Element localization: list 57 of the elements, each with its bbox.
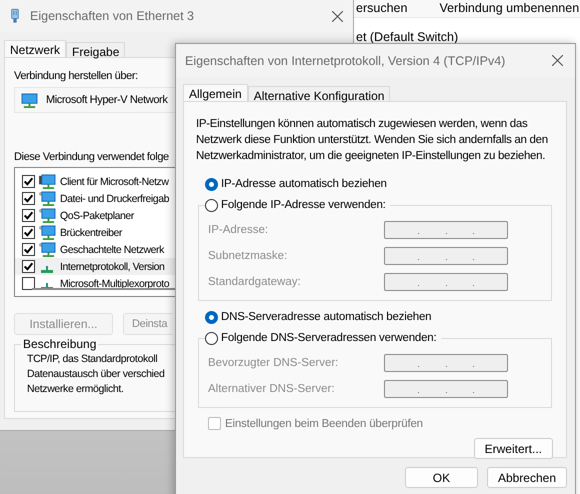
component-name[interactable]: Brückentreiber — [60, 226, 122, 238]
window-title: Eigenschaften von Ethernet 3 — [30, 9, 196, 23]
tab[interactable]: Alternative Konfiguration — [248, 86, 390, 101]
component-name[interactable]: Datei- und Druckerfreigab — [60, 192, 169, 204]
component-name[interactable]: Client für Microsoft-Netzw — [60, 176, 168, 188]
intro-text: IP-Einstellungen können automatisch zugewiesen werden, wenn das Netzwerk diese Funktion unterstützt. Wenden Sie sich andernfalls an den Netzwerkadministrator, um die geeigneten IP-Einstellungen zu beziehen. — [196, 117, 549, 164]
advanced-button[interactable]: Erweitert... — [474, 438, 553, 459]
network-adapter-icon — [21, 92, 38, 108]
checkbox[interactable] — [22, 277, 35, 290]
toolbar-item[interactable]: ersuchen — [356, 1, 408, 15]
window-title: Eigenschaften von Internetprotokoll, Version 4 (TCP/IPv4) — [185, 54, 506, 68]
close-icon[interactable] — [332, 10, 343, 22]
tab[interactable]: Freigabe — [66, 42, 126, 57]
checkbox[interactable] — [22, 175, 35, 188]
radio-label[interactable]: IP-Adresse automatisch beziehen — [221, 178, 387, 190]
description-text: Datenaustausch über verschied — [27, 367, 165, 382]
radio-label[interactable]: DNS-Serveradresse automatisch beziehen — [221, 311, 432, 323]
component-name[interactable]: Geschachtelte Netzwerk — [60, 244, 164, 256]
description-text: TCP/IP, das Standardprotokoll — [27, 352, 158, 367]
network-protocol-icon — [41, 266, 53, 273]
radio-button[interactable] — [205, 198, 218, 212]
radio-button[interactable] — [205, 332, 218, 344]
group-title: Beschreibung — [21, 337, 98, 351]
connection-name[interactable]: et (Default Switch) — [356, 30, 458, 44]
field-label: IP-Adresse: — [208, 224, 270, 236]
checkbox[interactable] — [22, 243, 35, 256]
ethernet-plug-icon — [10, 8, 20, 24]
scrollbar[interactable] — [32, 288, 175, 290]
network-computer-icon — [39, 191, 56, 206]
field-label: Subnetzmaske: — [208, 250, 288, 262]
radio-label[interactable]: Folgende IP-Adresse verwenden: — [221, 199, 386, 211]
network-computer-icon — [39, 225, 56, 240]
toolbar-item[interactable]: Verbindung umbenennen — [439, 1, 580, 15]
network-computer-icon — [39, 208, 56, 223]
components-label: Diese Verbindung verwendet folge — [14, 151, 169, 163]
checkbox[interactable] — [22, 192, 35, 205]
description-text: Netzwerke ermöglicht. — [27, 382, 124, 397]
component-name[interactable]: QoS-Paketplaner — [60, 210, 134, 222]
tab[interactable]: Allgemein — [183, 84, 248, 101]
tab[interactable]: Netzwerk — [4, 40, 66, 57]
close-icon[interactable] — [552, 55, 563, 66]
dialog-button[interactable]: OK — [404, 467, 478, 488]
field-label: Alternativer DNS-Server: — [208, 383, 336, 395]
checkbox[interactable] — [22, 209, 35, 222]
component-name[interactable]: Microsoft-Multiplexorproto — [60, 278, 170, 290]
radio-label[interactable]: Folgende DNS-Serveradressen verwenden: — [221, 332, 436, 344]
checkbox[interactable] — [22, 226, 35, 239]
radio-button[interactable] — [205, 310, 218, 324]
radio-button[interactable] — [205, 178, 218, 190]
field-label: Bevorzugter DNS-Server: — [208, 357, 340, 369]
network-computer-icon — [39, 174, 56, 189]
network-computer-icon — [39, 242, 56, 257]
adapter-name: Microsoft Hyper-V Network — [46, 94, 168, 106]
field-label: Standardgateway: — [208, 276, 302, 288]
checkbox[interactable] — [22, 260, 35, 273]
dialog-button[interactable]: Abbrechen — [486, 467, 567, 488]
connect-label: Verbindung herstellen über: — [14, 70, 138, 82]
